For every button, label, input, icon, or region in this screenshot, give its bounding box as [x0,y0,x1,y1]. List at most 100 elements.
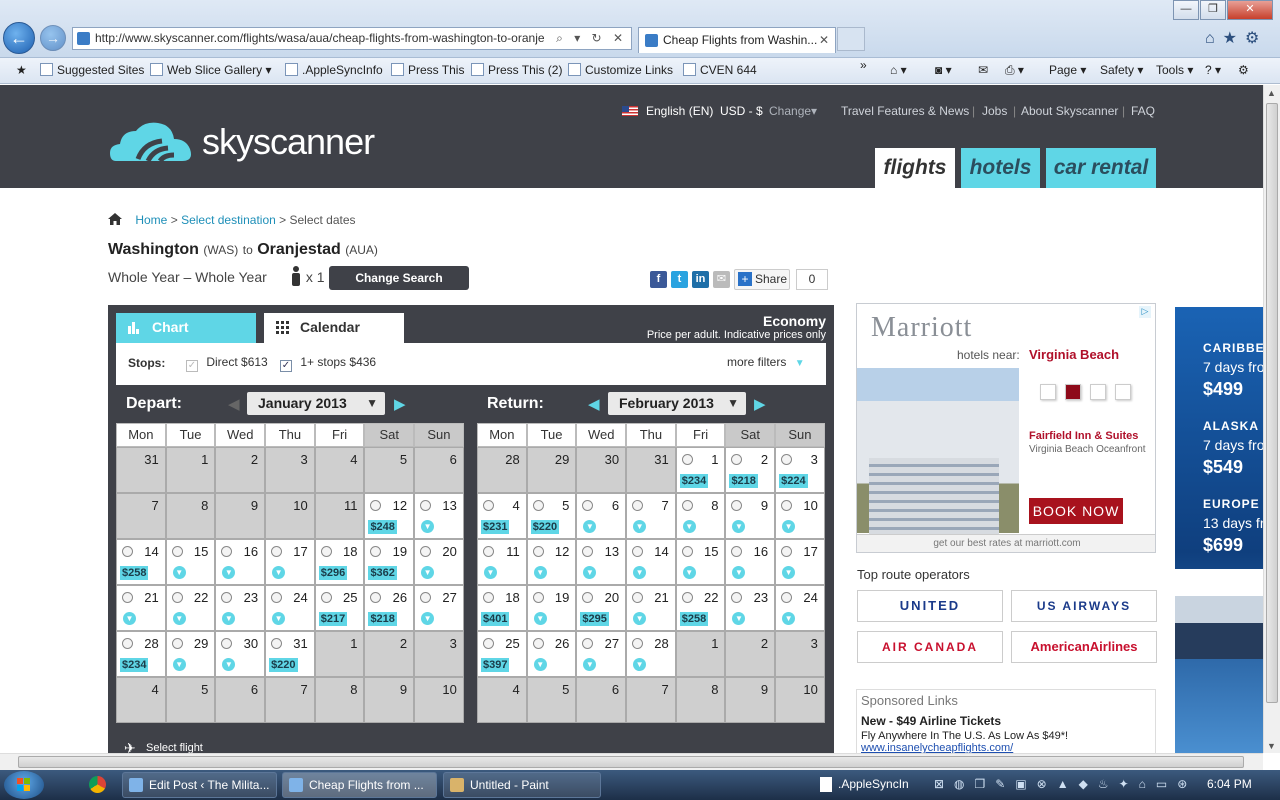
chevron-down-icon[interactable]: ▼ [222,566,236,579]
chevron-down-icon[interactable]: ▼ [732,612,746,625]
day-radio[interactable] [532,546,544,557]
start-button[interactable] [4,771,44,799]
chevron-down-icon[interactable]: ▼ [533,612,547,625]
day-radio[interactable] [681,500,693,511]
calendar-day-cell[interactable]: 23 ▼ [215,585,266,631]
research-icon[interactable]: ⚙ [1238,63,1249,77]
travel-features-link[interactable]: Travel Features & News [841,104,969,118]
chevron-down-icon[interactable]: ▼ [633,566,647,579]
chevron-down-icon[interactable]: ▼ [172,566,186,579]
day-price[interactable]: $218 [368,612,397,626]
day-radio[interactable] [781,592,793,603]
day-radio[interactable] [221,592,233,603]
calendar-day-cell[interactable]: 23 ▼ [725,585,776,631]
chevron-down-icon[interactable]: ▼ [583,658,597,671]
calendar-day-cell[interactable]: 29 ▼ [165,631,216,677]
horizontal-scrollbar[interactable] [0,753,1263,770]
window-maximize-button[interactable]: ❐ [1200,0,1226,20]
day-radio[interactable] [632,592,644,603]
chevron-down-icon[interactable]: ▼ [732,520,746,533]
taskbar-paint[interactable]: Untitled - Paint [443,772,601,798]
change-search-button[interactable]: Change Search [329,266,469,290]
home-icon[interactable]: ⌂ ▾ [890,63,907,77]
chevron-down-icon[interactable]: ▼ [484,566,497,579]
skyscanner-logo[interactable]: skyscanner [108,107,378,167]
day-price[interactable]: $220 [530,520,560,534]
fav-customize-links[interactable]: Customize Links [568,63,673,77]
email-icon[interactable]: ✉ [713,271,730,288]
adchoices-icon[interactable]: ▷ [1139,306,1151,318]
operator-united[interactable]: UNITED [857,590,1003,622]
faq-link[interactable]: FAQ [1131,104,1155,118]
day-radio[interactable] [532,638,544,649]
calendar-day-cell[interactable]: 25 $397 [477,631,527,677]
forward-button[interactable]: → [40,25,66,51]
day-radio[interactable] [320,546,332,557]
safety-menu[interactable]: Safety ▾ [1100,63,1143,77]
calendar-day-cell[interactable]: 20 ▼ [414,539,464,585]
calendar-day-cell[interactable]: 18 $296 [314,539,365,585]
chevron-down-icon[interactable]: ▼ [123,612,136,625]
calendar-day-cell[interactable]: 7 ▼ [626,493,676,539]
chevron-down-icon[interactable]: ▼ [782,520,796,533]
address-tools-icons[interactable]: ⌕ ▾ ↻ ✕ [556,28,627,49]
chevron-down-icon[interactable]: ▼ [272,612,286,625]
calendar-day-cell[interactable]: 13 ▼ [414,493,464,539]
breadcrumb-home-link[interactable]: Home [135,213,167,227]
chevron-down-icon[interactable]: ▼ [682,520,696,533]
calendar-day-cell[interactable]: 26 ▼ [526,631,577,677]
chevron-down-icon[interactable]: ▼ [421,520,435,533]
cruise-ad[interactable]: CARIBBEAN 7 days fro $499 ALASKA CR 7 da… [1175,307,1263,753]
tab-calendar[interactable]: Calendar [264,313,404,343]
language-selector[interactable]: English (EN) [646,104,713,118]
taskbar-edit-post[interactable]: Edit Post ‹ The Milita... [122,772,277,798]
day-radio[interactable] [171,546,183,557]
calendar-day-cell[interactable]: 2 $218 [725,447,776,493]
day-radio[interactable] [731,592,743,603]
day-radio[interactable] [370,592,382,603]
operator-air-canada[interactable]: AIR CANADA [857,631,1003,663]
chevron-down-icon[interactable]: ▼ [633,520,647,533]
calendar-day-cell[interactable]: 24 ▼ [265,585,315,631]
chevron-down-icon[interactable]: ▼ [533,658,547,671]
day-radio[interactable] [483,500,494,511]
fav-press-this-2[interactable]: Press This (2) [471,63,562,77]
calendar-day-cell[interactable]: 15 ▼ [165,539,216,585]
calendar-day-cell[interactable]: 22 ▼ [165,585,216,631]
calendar-day-cell[interactable]: 17 ▼ [775,539,825,585]
day-radio[interactable] [582,638,594,649]
day-radio[interactable] [221,546,233,557]
calendar-day-cell[interactable]: 21 ▼ [626,585,676,631]
day-price[interactable]: $224 [779,474,808,488]
chevron-down-icon[interactable]: ▼ [782,612,796,625]
day-radio[interactable] [582,592,594,603]
home-icon[interactable] [108,213,122,225]
more-filters-link[interactable]: more filters ▼ [727,355,805,369]
day-radio[interactable] [370,500,382,511]
day-radio[interactable] [731,546,743,557]
day-radio[interactable] [420,592,432,603]
depart-prev-month-icon[interactable]: ◀ [228,395,240,413]
calendar-day-cell[interactable]: 16 ▼ [725,539,776,585]
day-price[interactable]: $296 [318,566,348,580]
day-price[interactable]: $401 [481,612,510,626]
calendar-day-cell[interactable]: 5 $220 [526,493,577,539]
address-bar[interactable]: http://www.skyscanner.com/flights/wasa/a… [72,27,632,50]
day-radio[interactable] [532,500,544,511]
day-radio[interactable] [781,454,793,465]
return-prev-month-icon[interactable]: ◀ [588,395,600,413]
chevron-down-icon[interactable]: ▼ [272,566,286,579]
calendar-day-cell[interactable]: 10 ▼ [775,493,825,539]
day-radio[interactable] [271,638,283,649]
calendar-day-cell[interactable]: 17 ▼ [265,539,315,585]
select-flight-label[interactable]: Select flight [146,742,203,753]
vertical-scroll-thumb[interactable] [1266,103,1278,703]
chevron-down-icon[interactable]: ▼ [583,520,597,533]
day-radio[interactable] [632,546,644,557]
day-price[interactable]: $217 [318,612,348,626]
fav-cven-644[interactable]: CVEN 644 [683,63,757,77]
calendar-day-cell[interactable]: 31 $220 [265,631,315,677]
calendar-day-cell[interactable]: 14 $258 [116,539,166,585]
window-minimize-button[interactable]: — [1173,0,1199,20]
twitter-icon[interactable]: t [671,271,688,288]
